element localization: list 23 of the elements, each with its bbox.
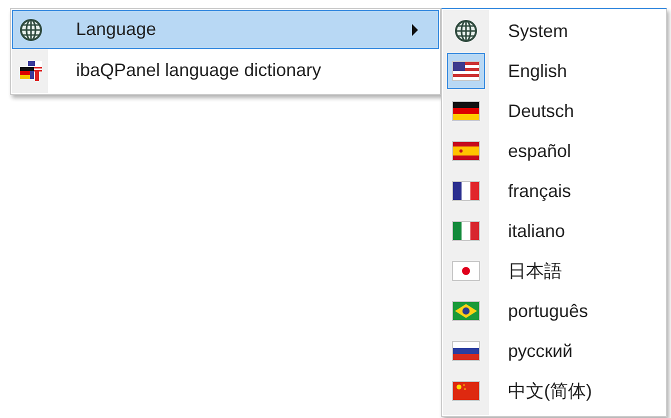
language-menu-item[interactable]: português: [443, 291, 665, 331]
french-flag-icon: [452, 181, 480, 201]
globe-icon: [19, 18, 43, 42]
language-menu-item[interactable]: español: [443, 131, 665, 171]
language-menu-item[interactable]: русский: [443, 331, 665, 371]
spanish-flag-icon: [452, 141, 480, 161]
language-menu-item[interactable]: français: [443, 171, 665, 211]
italian-flag-icon: [452, 221, 480, 241]
language-menu-item[interactable]: 中文(简体): [443, 371, 665, 411]
us-flag-icon: [452, 61, 480, 81]
language-menu-item[interactable]: System: [443, 11, 665, 51]
language-menu-item[interactable]: English: [443, 51, 665, 91]
flags-icon: [19, 58, 43, 82]
chinese-flag-icon: [452, 381, 480, 401]
brazilian-flag-icon: [452, 301, 480, 321]
russian-flag-icon: [452, 341, 480, 361]
german-flag-icon: [452, 101, 480, 121]
language-menu-item[interactable]: italiano: [443, 211, 665, 251]
language-menu-item[interactable]: 日本語: [443, 251, 665, 291]
japanese-flag-icon: [452, 261, 480, 281]
language-menu-item[interactable]: Deutsch: [443, 91, 665, 131]
menu-item[interactable]: Language: [12, 10, 439, 49]
menu-item[interactable]: ibaQPanel language dictionary: [12, 51, 439, 90]
